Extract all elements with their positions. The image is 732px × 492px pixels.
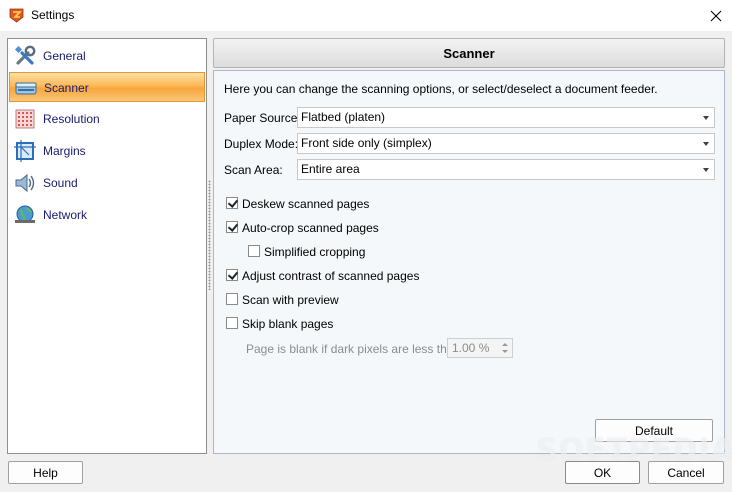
margins-icon (14, 140, 36, 162)
sidebar-item-general[interactable]: General (9, 41, 205, 71)
duplex-mode-value: Front side only (simplex) (301, 136, 432, 150)
chevron-down-icon (703, 168, 709, 172)
autocrop-label: Auto-crop scanned pages (242, 221, 379, 235)
default-button[interactable]: Default (595, 419, 713, 442)
adjust-contrast-checkbox[interactable] (226, 269, 238, 281)
scan-area-label: Scan Area: (224, 163, 283, 177)
skip-blank-label: Skip blank pages (242, 317, 334, 331)
sidebar-item-label: Sound (43, 176, 78, 190)
sidebar-item-margins[interactable]: Margins (9, 136, 205, 166)
duplex-mode-label: Duplex Mode: (224, 137, 299, 151)
panel-title: Scanner (213, 38, 725, 68)
close-icon (710, 10, 722, 21)
globe-network-icon (15, 205, 35, 223)
scan-preview-checkbox[interactable] (226, 293, 238, 305)
app-logo-icon (9, 8, 24, 23)
deskew-label: Deskew scanned pages (242, 197, 370, 211)
sidebar-item-label: General (43, 49, 86, 63)
sidebar-item-network[interactable]: Network (9, 200, 205, 230)
sidebar-item-scanner[interactable]: Scanner (9, 72, 205, 102)
resolution-grid-icon (15, 109, 35, 129)
scanner-settings-panel: Here you can change the scanning options… (213, 70, 725, 454)
spin-up-icon[interactable] (502, 343, 508, 346)
sidebar-item-label: Network (43, 208, 88, 222)
simplified-cropping-label: Simplified cropping (264, 245, 366, 259)
duplex-mode-select[interactable]: Front side only (simplex) (297, 133, 715, 154)
cancel-button[interactable]: Cancel (648, 461, 724, 484)
simplified-cropping-checkbox[interactable] (248, 245, 260, 257)
skip-blank-checkbox[interactable] (226, 317, 238, 329)
autocrop-checkbox[interactable] (226, 221, 238, 233)
window-title: Settings (31, 8, 75, 22)
panel-splitter[interactable] (208, 180, 211, 290)
blank-threshold-value: 1.00 % (452, 341, 490, 355)
tools-icon (14, 45, 36, 65)
title-bar: Settings (0, 0, 732, 31)
sidebar: General Scanner Resolution Margins Sound… (7, 38, 207, 454)
close-button[interactable] (700, 0, 732, 31)
sidebar-item-resolution[interactable]: Resolution (9, 104, 205, 134)
sidebar-item-label: Margins (43, 144, 86, 158)
deskew-checkbox[interactable] (226, 197, 238, 209)
scanner-icon (15, 82, 37, 95)
adjust-contrast-label: Adjust contrast of scanned pages (242, 269, 420, 283)
chevron-down-icon (703, 116, 709, 120)
paper-source-select[interactable]: Flatbed (platen) (297, 107, 715, 128)
speaker-icon (15, 173, 35, 193)
sidebar-item-label: Scanner (44, 81, 89, 95)
sidebar-item-sound[interactable]: Sound (9, 168, 205, 198)
spin-down-icon[interactable] (502, 350, 508, 353)
scan-preview-label: Scan with preview (242, 293, 339, 307)
scan-area-value: Entire area (301, 162, 360, 176)
ok-button[interactable]: OK (565, 461, 640, 484)
paper-source-label: Paper Source: (224, 111, 301, 125)
paper-source-value: Flatbed (platen) (301, 110, 386, 124)
scan-area-select[interactable]: Entire area (297, 159, 715, 180)
blank-threshold-label: Page is blank if dark pixels are less th… (246, 342, 464, 356)
intro-text: Here you can change the scanning options… (224, 82, 658, 96)
blank-threshold-spinbox[interactable]: 1.00 % (447, 338, 513, 358)
sidebar-item-label: Resolution (43, 112, 100, 126)
help-button[interactable]: Help (8, 461, 83, 484)
chevron-down-icon (703, 142, 709, 146)
